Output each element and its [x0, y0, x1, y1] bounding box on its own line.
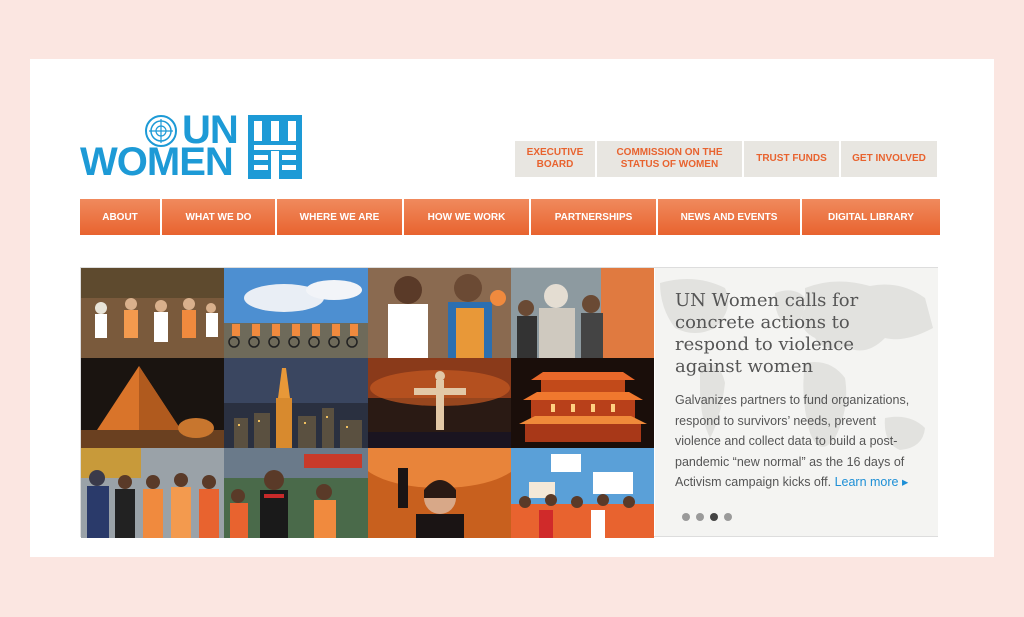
photo-tile: [81, 448, 225, 538]
photo-mosaic[interactable]: [81, 268, 654, 538]
nav-item-digital-library[interactable]: DIGITAL LIBRARY: [802, 199, 940, 235]
photo-tile: [224, 448, 368, 538]
main-nav: ABOUT WHAT WE DO WHERE WE ARE HOW WE WOR…: [80, 199, 940, 235]
featured-story-panel: UN Women calls for concrete actions to r…: [655, 268, 938, 536]
learn-more-link[interactable]: Learn more ▸: [835, 475, 909, 489]
logo-text-women: WOMEN: [80, 140, 234, 184]
photo-tile: [81, 268, 225, 358]
photo-tile: [224, 268, 368, 358]
story-summary: Galvanizes partners to fund organization…: [675, 390, 925, 493]
carousel-dot[interactable]: [724, 513, 732, 521]
nav-item-how-we-work[interactable]: HOW WE WORK: [404, 199, 529, 235]
hero-carousel: UN Women calls for concrete actions to r…: [80, 267, 938, 538]
top-links: EXECUTIVE BOARD COMMISSION ON THE STATUS…: [515, 141, 937, 177]
nav-item-about[interactable]: ABOUT: [80, 199, 160, 235]
top-link-get-involved[interactable]: GET INVOLVED: [841, 141, 937, 177]
nav-item-where-we-are[interactable]: WHERE WE ARE: [277, 199, 402, 235]
carousel-dot[interactable]: [682, 513, 690, 521]
top-link-executive-board[interactable]: EXECUTIVE BOARD: [515, 141, 595, 177]
carousel-dot[interactable]: [696, 513, 704, 521]
photo-tile: [224, 358, 368, 448]
nav-item-partnerships[interactable]: PARTNERSHIPS: [531, 199, 656, 235]
photo-tile: [367, 358, 511, 448]
photo-tile: [367, 448, 511, 538]
carousel-pagination: [682, 513, 732, 521]
photo-tile: [510, 448, 654, 538]
carousel-dot-active[interactable]: [710, 513, 718, 521]
photo-tile: [367, 268, 511, 358]
story-headline[interactable]: UN Women calls for concrete actions to r…: [675, 290, 920, 378]
un-women-symbol-icon: [248, 115, 302, 179]
top-link-trust-funds[interactable]: TRUST FUNDS: [744, 141, 839, 177]
photo-tile: [510, 268, 654, 358]
nav-item-news-and-events[interactable]: NEWS AND EVENTS: [658, 199, 800, 235]
un-women-logo[interactable]: UN WOMEN: [80, 110, 304, 184]
photo-tile: [510, 358, 654, 448]
page-card: UN WOMEN EXECUTIVE BOARD COMMISSION ON T…: [30, 59, 994, 557]
photo-tile: [81, 358, 225, 448]
nav-item-what-we-do[interactable]: WHAT WE DO: [162, 199, 275, 235]
top-link-csw[interactable]: COMMISSION ON THE STATUS OF WOMEN: [597, 141, 742, 177]
